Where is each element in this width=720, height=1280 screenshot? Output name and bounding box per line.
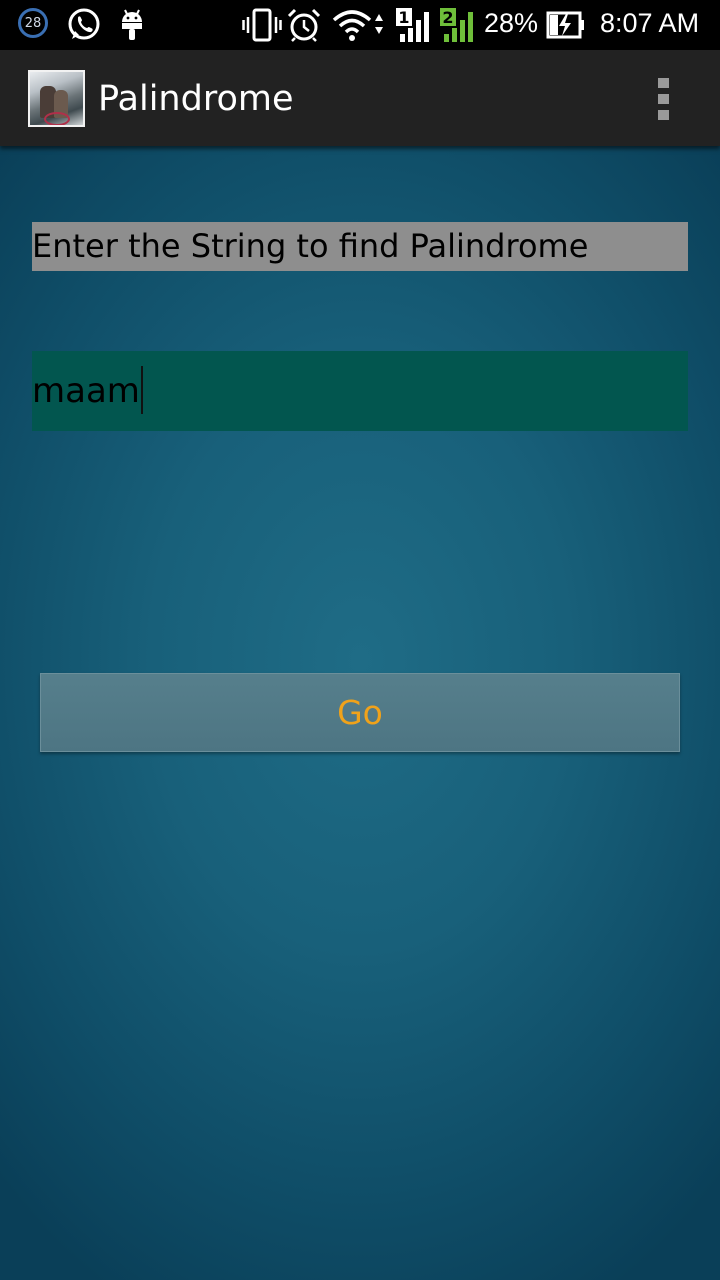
vibrate-icon <box>242 8 282 46</box>
app-title: Palindrome <box>98 79 294 119</box>
sim2-signal-icon: 2 <box>438 6 478 48</box>
sim1-label: 1 <box>398 8 409 27</box>
android-icon <box>118 8 146 46</box>
app-screen: 28 1 2 28% 8:07 AM Palindrome Enter the … <box>0 0 720 1280</box>
wifi-icon <box>332 8 388 46</box>
string-input-value: maam <box>32 371 140 411</box>
prompt-label: Enter the String to find Palindrome <box>32 222 688 271</box>
sim1-signal-icon: 1 <box>394 6 434 48</box>
notification-count-badge: 28 <box>18 8 48 38</box>
whatsapp-icon <box>66 7 102 47</box>
status-bar: 28 1 2 28% 8:07 AM <box>0 0 720 50</box>
alarm-icon <box>287 8 321 46</box>
action-bar: Palindrome <box>0 50 720 146</box>
string-input[interactable]: maam <box>32 351 688 431</box>
battery-percent: 28% <box>484 8 539 38</box>
sim2-label: 2 <box>442 8 453 27</box>
go-button-label: Go <box>337 693 383 732</box>
overflow-menu-icon[interactable] <box>650 76 678 122</box>
status-clock: 8:07 AM <box>600 8 700 38</box>
go-button[interactable]: Go <box>40 673 680 752</box>
app-icon[interactable] <box>28 70 85 127</box>
battery-charging-icon <box>546 10 586 44</box>
text-cursor <box>140 365 143 414</box>
